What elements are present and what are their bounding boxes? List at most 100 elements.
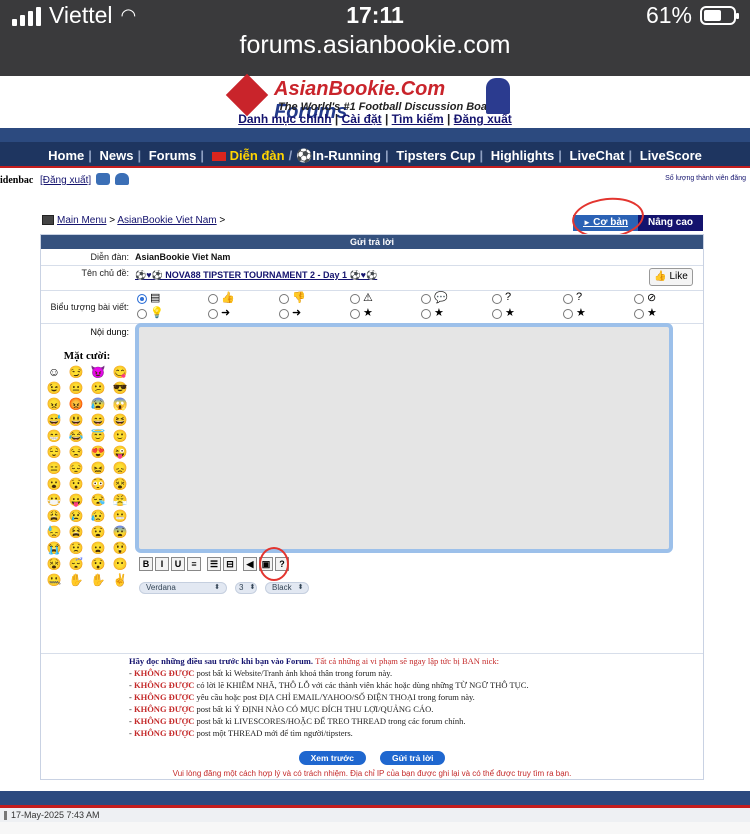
smiley-icon[interactable]: ✋ [87,573,109,588]
like-button[interactable]: 👍 Like [649,268,693,286]
smiley-icon[interactable]: ✌ [109,573,131,588]
nav-dien-dan[interactable]: Diễn đàn [230,148,285,163]
smiley-icon[interactable]: 😞 [109,461,131,476]
breadcrumb-forum[interactable]: AsianBookie Viet Nam [117,215,216,226]
underline-button[interactable]: U [171,557,185,571]
tab-advanced[interactable]: Nâng cao [638,215,703,231]
smiley-icon[interactable]: 😋 [109,365,131,380]
radio-button[interactable] [208,309,218,319]
smiley-icon[interactable]: 😛 [65,493,87,508]
radio-button[interactable] [634,294,644,304]
smiley-icon[interactable]: 😯 [65,477,87,492]
bold-button[interactable]: B [139,557,153,571]
smiley-icon[interactable]: 😈 [87,365,109,380]
post-icon-option[interactable]: 💬 [421,292,461,306]
smiley-icon[interactable]: 😵 [109,477,131,492]
post-icon-option[interactable]: ? [563,291,603,306]
smiley-icon[interactable]: ✋ [65,573,87,588]
smiley-icon[interactable]: 😑 [43,461,65,476]
smiley-icon[interactable]: 😤 [109,493,131,508]
smiley-icon[interactable]: 😌 [43,445,65,460]
smiley-icon[interactable]: 😁 [43,429,65,444]
radio-button[interactable] [563,294,573,304]
smiley-icon[interactable]: 🙂 [109,429,131,444]
preview-button[interactable]: Xem trước [298,751,366,765]
link-search[interactable]: Tìm kiếm [392,112,444,126]
font-size-select[interactable]: 3 ⬍ [235,582,257,594]
message-textarea[interactable] [135,323,673,553]
nav-home[interactable]: Home [48,148,84,163]
smiley-icon[interactable]: 😵 [43,557,65,572]
smiley-icon[interactable]: 😟 [65,541,87,556]
radio-button[interactable] [137,309,147,319]
nav-tipsters-cup[interactable]: Tipsters Cup [396,148,475,163]
smiley-icon[interactable]: 😕 [87,381,109,396]
smiley-icon[interactable]: 😧 [87,525,109,540]
radio-button[interactable] [137,294,147,304]
smiley-icon[interactable]: 😨 [109,525,131,540]
smiley-icon[interactable]: 😃 [65,413,87,428]
smiley-icon[interactable]: 😮 [43,477,65,492]
align-button[interactable]: ≡ [187,557,201,571]
nav-news[interactable]: News [100,148,134,163]
radio-button[interactable] [350,309,360,319]
smiley-icon[interactable]: 😒 [65,445,87,460]
smiley-icon[interactable]: 😬 [109,509,131,524]
smiley-icon[interactable]: 🤐 [43,573,65,588]
radio-button[interactable] [279,294,289,304]
post-icon-option[interactable]: 👎 [279,292,319,306]
smiley-icon[interactable]: 😜 [109,445,131,460]
font-family-select[interactable]: Verdana ⬍ [139,582,227,594]
nav-highlights[interactable]: Highlights [491,148,555,163]
smiley-icon[interactable]: 😴 [65,557,87,572]
radio-button[interactable] [492,294,502,304]
font-color-select[interactable]: Black ⬍ [265,582,309,594]
radio-button[interactable] [563,309,573,319]
smiley-icon[interactable]: 😷 [43,493,65,508]
post-icon-option[interactable]: ? [492,291,532,306]
messages-icon[interactable] [96,173,110,185]
smiley-icon[interactable]: 😦 [87,541,109,556]
smiley-icon[interactable]: 😪 [87,493,109,508]
smiley-icon[interactable]: 😓 [43,525,65,540]
smiley-icon[interactable]: 😩 [43,509,65,524]
smiley-icon[interactable]: 😏 [65,365,87,380]
post-icon-option[interactable]: ➜ [279,307,319,321]
smiley-icon[interactable]: 😭 [43,541,65,556]
radio-button[interactable] [421,309,431,319]
smiley-icon[interactable]: 😱 [109,397,131,412]
smiley-icon[interactable]: 😠 [43,397,65,412]
nav-livescore[interactable]: LiveScore [640,148,702,163]
smiley-icon[interactable]: 😔 [65,461,87,476]
post-icon-option[interactable]: 💡 [137,307,177,321]
link-main-menu[interactable]: Danh mục chính [238,112,331,126]
smiley-icon[interactable]: 😆 [109,413,131,428]
link-logout[interactable]: Đăng xuất [454,112,512,126]
breadcrumb-main-menu[interactable]: Main Menu [57,215,106,226]
post-icon-option[interactable]: ★ [350,307,390,321]
radio-button[interactable] [492,309,502,319]
smiley-icon[interactable]: 😍 [87,445,109,460]
topic-link[interactable]: ⚽♥⚽ NOVA88 TIPSTER TOURNAMENT 2 - Day 1 … [135,270,377,280]
color-button[interactable]: ◀ [243,557,257,571]
italic-button[interactable]: I [155,557,169,571]
indent-button[interactable]: ⊟ [223,557,237,571]
smiley-icon[interactable]: 😯 [87,557,109,572]
radio-button[interactable] [421,294,431,304]
list-button[interactable]: ☰ [207,557,221,571]
nav-forums[interactable]: Forums [149,148,197,163]
url-bar[interactable]: forums.asianbookie.com [0,31,750,60]
smiley-icon[interactable]: 😄 [87,413,109,428]
nav-in-running[interactable]: In-Running [312,148,381,163]
submit-reply-button[interactable]: Gửi trả lời [379,751,446,765]
smiley-icon[interactable]: 😇 [87,429,109,444]
smiley-icon[interactable]: 😫 [65,525,87,540]
notification-bell-icon[interactable] [115,173,129,185]
radio-button[interactable] [634,309,644,319]
smiley-icon[interactable]: 😢 [65,509,87,524]
post-icon-option[interactable]: ★ [563,307,603,321]
smiley-icon[interactable]: 😥 [87,509,109,524]
radio-button[interactable] [279,309,289,319]
nav-livechat[interactable]: LiveChat [570,148,625,163]
smiley-icon[interactable]: 😖 [87,461,109,476]
